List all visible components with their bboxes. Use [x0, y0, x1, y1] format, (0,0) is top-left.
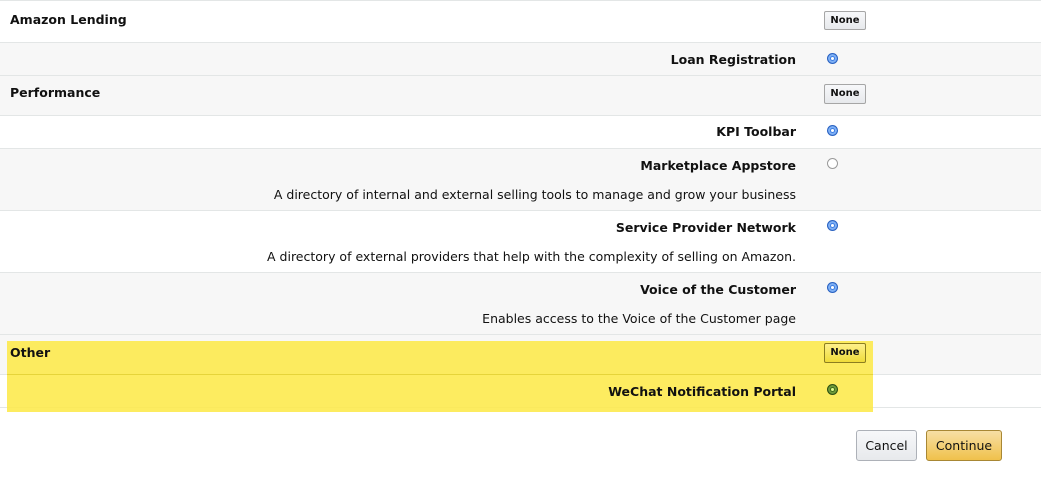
radio-loan-registration[interactable]	[827, 53, 838, 64]
permission-label: KPI Toolbar	[716, 124, 796, 139]
permission-description: A directory of internal and external sel…	[273, 187, 796, 202]
none-button-other[interactable]: None	[824, 343, 866, 363]
section-title: Performance	[10, 85, 101, 100]
highlight-divider	[7, 374, 873, 375]
permission-row-service-provider-network: Service Provider Network A directory of …	[0, 211, 1041, 273]
permission-label: Service Provider Network	[615, 220, 796, 235]
none-button-performance[interactable]: None	[824, 84, 866, 104]
permission-description: A directory of external providers that h…	[267, 249, 796, 264]
radio-service-provider-network[interactable]	[827, 220, 838, 231]
permission-label: Marketplace Appstore	[640, 158, 796, 173]
permission-row-marketplace-appstore: Marketplace Appstore A directory of inte…	[0, 149, 1041, 211]
continue-button[interactable]: Continue	[926, 430, 1002, 461]
permission-description: Enables access to the Voice of the Custo…	[482, 311, 796, 326]
section-header-amazon-lending: Amazon Lending None	[0, 0, 1041, 43]
radio-kpi-toolbar[interactable]	[827, 125, 838, 136]
permission-label: WeChat Notification Portal	[608, 384, 796, 399]
none-button-amazon-lending[interactable]: None	[824, 11, 866, 30]
highlight-overlay	[7, 341, 873, 412]
section-title: Amazon Lending	[10, 12, 127, 27]
permission-label: Voice of the Customer	[640, 282, 796, 297]
permission-label: Loan Registration	[670, 52, 796, 67]
section-header-performance: Performance None	[0, 76, 1041, 116]
permission-row-voice-of-the-customer: Voice of the Customer Enables access to …	[0, 273, 1041, 335]
radio-marketplace-appstore[interactable]	[827, 158, 838, 169]
radio-wechat-notification-portal[interactable]	[827, 384, 838, 395]
radio-voice-of-the-customer[interactable]	[827, 282, 838, 293]
cancel-button[interactable]: Cancel	[856, 430, 917, 461]
permission-row-loan-registration: Loan Registration	[0, 43, 1041, 76]
permission-row-kpi-toolbar: KPI Toolbar	[0, 116, 1041, 149]
section-title: Other	[10, 345, 51, 360]
